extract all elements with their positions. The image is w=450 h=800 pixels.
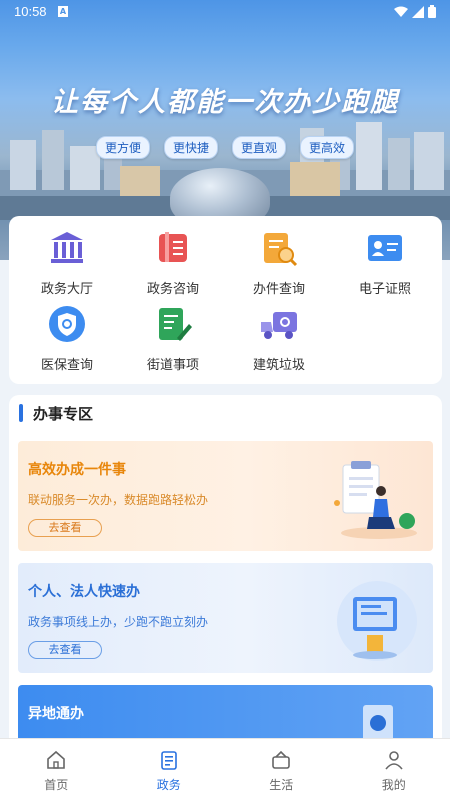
card-title: 异地通办 — [28, 706, 84, 722]
service-consult[interactable]: 政务咨询 — [119, 216, 227, 297]
clipboard-person-illustration — [334, 461, 417, 539]
view-button[interactable]: 去查看 — [28, 519, 102, 537]
status-bar: 10:58 A — [0, 0, 450, 24]
online-service-illustration — [337, 581, 417, 661]
signal-icon — [412, 5, 424, 18]
service-government-hall[interactable]: 政务大厅 — [13, 216, 121, 297]
document-search-icon — [264, 233, 298, 267]
card-title: 高效办成一件事 — [28, 462, 126, 478]
service-medical-insurance[interactable]: 医保查询 — [13, 292, 121, 373]
profile-icon — [385, 751, 403, 770]
service-label: 街道事项 — [146, 358, 199, 373]
system-icons — [394, 5, 436, 18]
nav-profile[interactable]: 我的 — [338, 739, 450, 800]
nav-label: 政务 — [156, 778, 181, 792]
card-quick-service[interactable]: 个人、法人快速办 政务事项线上办，少跑不跑立刻办 去查看 — [18, 563, 433, 673]
section-header: 办事专区 — [19, 403, 93, 423]
service-street-affairs[interactable]: 街道事项 — [119, 292, 227, 373]
notification-a-icon: A — [58, 6, 68, 17]
hero-tag: 更快捷 — [163, 136, 218, 159]
service-construction-waste[interactable]: 建筑垃圾 — [225, 292, 333, 373]
nav-life[interactable]: 生活 — [225, 739, 338, 800]
card-description: 联动服务一次办，数据跑路轻松办 — [28, 493, 209, 507]
service-label: 建筑垃圾 — [252, 358, 305, 373]
nav-label: 我的 — [381, 778, 406, 792]
government-hall-icon — [51, 232, 83, 263]
hero-tags: 更方便 更快捷 更直观 更高效 — [0, 136, 450, 159]
garbage-truck-icon — [261, 312, 297, 339]
hero-slogan: 让每个人都能一次办少跑腿 — [51, 87, 399, 118]
section-title: 办事专区 — [33, 404, 94, 423]
service-e-license[interactable]: 电子证照 — [331, 216, 439, 297]
medical-shield-icon — [49, 306, 85, 342]
battery-icon — [428, 5, 436, 18]
work-zone: 办事专区 高效办成一件事 联动服务一次办，数据跑路轻松办 去查看 个人、法人快速… — [9, 395, 442, 755]
service-label: 医保查询 — [40, 358, 93, 373]
status-time: 10:58 — [14, 4, 47, 19]
nav-label: 生活 — [269, 778, 294, 792]
wifi-icon — [394, 6, 408, 17]
view-button[interactable]: 去查看 — [28, 641, 102, 659]
card-description: 政务事项线上办，少跑不跑立刻办 — [28, 615, 209, 629]
card-one-thing[interactable]: 高效办成一件事 联动服务一次办，数据跑路轻松办 去查看 — [18, 441, 433, 551]
nav-home[interactable]: 首页 — [0, 739, 113, 800]
consult-book-icon — [159, 232, 187, 262]
hero-tag: 更直观 — [232, 136, 287, 159]
street-edit-icon — [159, 308, 192, 341]
nav-gov-affairs[interactable]: 政务 — [113, 739, 226, 800]
section-accent-bar — [19, 404, 23, 422]
services-grid: 政务大厅 政务咨询 办件查询 电子证照 医保查询 街道事项 建筑垃圾 — [9, 216, 442, 384]
hero-tag: 更高效 — [300, 136, 355, 159]
hero-tag: 更方便 — [95, 136, 150, 159]
id-card-icon — [368, 235, 402, 261]
bottom-nav: 首页 政务 生活 我的 — [0, 738, 450, 800]
card-title: 个人、法人快速办 — [28, 584, 140, 600]
service-label: 电子证照 — [358, 282, 411, 297]
nav-label: 首页 — [44, 778, 69, 792]
gov-affairs-icon — [160, 751, 177, 770]
life-icon — [272, 750, 291, 769]
home-icon — [47, 750, 66, 769]
service-case-query[interactable]: 办件查询 — [225, 216, 333, 297]
